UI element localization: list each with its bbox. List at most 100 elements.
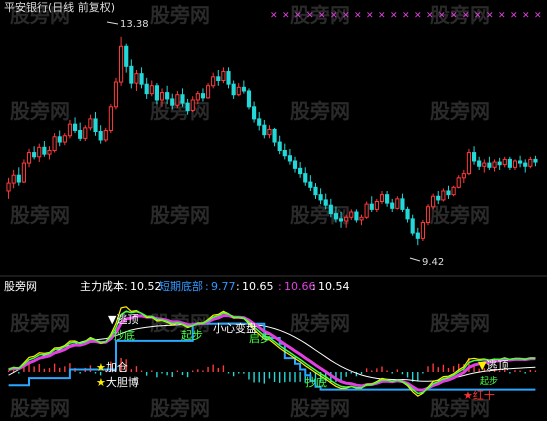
signal-mark: ✕ [414,11,422,21]
candle-body [78,129,83,139]
candle-body [154,85,159,101]
candle-body [333,213,339,220]
signal-mark: ✕ [270,11,278,21]
candle-body [451,186,456,196]
candle-body [487,162,492,168]
candle-body [83,127,88,139]
candle-body [354,211,359,221]
indicator-label-bottom: 短期底部 [159,279,203,293]
candle-body [477,160,482,167]
watermark-text: 股旁网 [290,396,350,420]
candle-body [277,141,282,151]
indicator-colon-4: : [278,280,282,293]
watermark-text: 股旁网 [290,99,350,123]
indicator-label-cost: 主力成本 [80,279,124,293]
candle-body [313,186,318,196]
candle-body [390,202,395,209]
candle-body [359,216,364,221]
candle-body [42,146,47,155]
indicator-value-cost: 10.52 [130,280,162,293]
candle-body [103,129,108,141]
candle-body [502,158,507,166]
chart-canvas: 股旁网 股旁网 股旁网 股旁网股旁网 股旁网 股旁网 股旁网股旁网 股旁网 股旁网 股旁网股旁网股… [0,0,547,420]
candle-body [221,71,226,81]
candle-body [11,174,16,184]
candle-body [267,128,272,136]
signal-mark: ✕ [354,11,362,21]
signal-mark: ✕ [462,11,470,21]
watermark-text: 股旁网 [150,396,210,420]
candle-body [170,98,175,106]
candle-body [226,71,231,85]
indicator-header: 股旁网 主力成本 : 10.52 短期底部 : 9.77 : 10.65 : 1… [4,279,350,293]
candle-body [374,201,379,210]
candle-body [405,208,410,220]
watermark-text: 股旁网 [290,311,350,335]
signal-mark: ✕ [318,11,326,21]
watermark-text: 股旁网 [430,99,490,123]
candle-body [292,160,298,169]
signal-mark: ✕ [282,11,290,21]
candle-body [62,135,67,143]
signal-escape-top-1: ▼逃顶 [108,313,138,326]
candle-body [461,173,466,179]
candle-body [252,106,257,120]
signal-add-position: ★加仓 [96,360,128,374]
candle-body [216,76,221,81]
candle-body [195,93,200,101]
signal-mark: ✕ [366,11,374,21]
watermark-text: 股旁网 [10,99,70,123]
candle-body [205,85,211,99]
candle-body [518,160,523,164]
candle-body [262,124,267,136]
signal-mark: ✕ [450,11,458,21]
candle-body [456,177,461,188]
candle-body [139,73,144,85]
watermark-text: 股旁网 [10,396,70,420]
indicator-value-3: 10.65 [242,280,274,293]
candle-body [119,45,124,83]
candle-body [236,86,241,96]
signal-bold-bet: ★大胆博 [96,375,139,389]
signal-mark: ✕ [474,11,482,21]
low-price-label: 9.42 [422,257,444,268]
candle-body [420,222,425,239]
candle-body [129,65,134,84]
signal-mark: ✕ [426,11,434,21]
indicator-colon-bottom: : [205,280,209,293]
candle-body [241,86,246,92]
signal-escape-top-2: ▼逃顶 [478,359,508,372]
candle-body [88,118,93,129]
candle-body [338,218,344,222]
candle-body [47,149,52,155]
candle-body [415,232,420,239]
candle-body [52,136,57,151]
candle-body [328,204,333,215]
candle-body [144,83,149,95]
watermark-text: 股旁网 [430,311,490,335]
candle-body [200,93,206,99]
candle-body [57,136,62,143]
indicator-colon-3: : [236,280,240,293]
signal-mark: ✕ [306,11,314,21]
candle-body [159,92,165,101]
candle-body [72,123,78,131]
candle-body [308,181,313,188]
candle-body [6,182,11,192]
signal-mark: ✕ [330,11,338,21]
signal-mark: ✕ [438,11,446,21]
watermark-text: 股旁网 [150,99,210,123]
watermark-text: 股旁网 [10,203,70,227]
candle-body [425,206,431,224]
candle-body [124,45,129,67]
signal-mark: ✕ [534,11,542,21]
candle-body [175,94,180,106]
indicator-colon-5: : [312,280,316,293]
candle-body [272,128,277,143]
candle-body [246,90,252,108]
candle-body [108,106,113,131]
candle-body [190,99,195,111]
signal-start-1: 起步 [181,329,203,342]
candle-body [466,152,472,175]
candle-body [512,160,518,168]
